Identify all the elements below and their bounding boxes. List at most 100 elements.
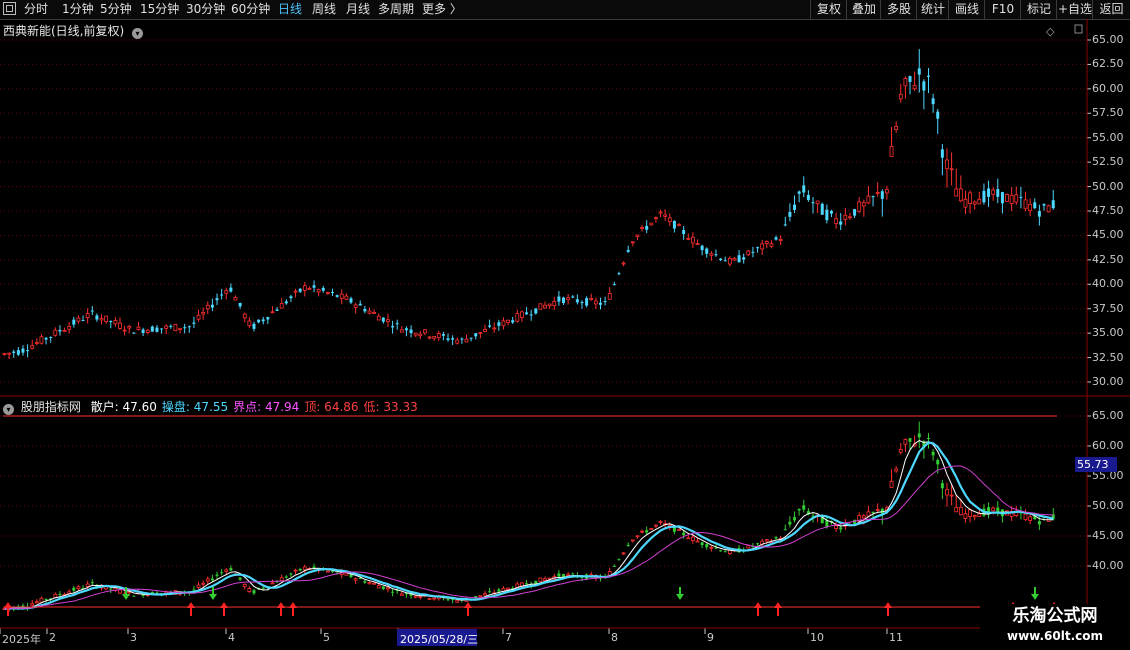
indicator-candle-body (839, 527, 843, 530)
candle-body (511, 320, 515, 323)
candle-body (446, 338, 450, 341)
indicator-candle-body (220, 572, 224, 574)
date-label: 9 (707, 631, 714, 644)
candle-body (132, 332, 136, 334)
candle-body (201, 312, 206, 315)
buy-arrow-icon (187, 602, 195, 616)
candle-body (727, 258, 732, 265)
chevron-down-icon[interactable]: ▾ (3, 404, 14, 415)
indicator-candle-body (861, 515, 866, 519)
candle-body (26, 350, 30, 352)
candle-body (62, 329, 67, 332)
indicator-candle-body (432, 597, 437, 600)
candle-body (506, 319, 510, 323)
candle-body (580, 302, 584, 304)
candle-body (478, 332, 483, 334)
candle-body (302, 285, 307, 291)
indicator-candle-body (626, 544, 630, 547)
indicator-candle-body (358, 577, 362, 579)
candle-body (954, 188, 959, 197)
candle-body (945, 159, 949, 170)
indicator-value-3: 顶: 64.86 (304, 400, 359, 414)
candle-body (155, 327, 159, 332)
candle-body (857, 201, 862, 212)
candle-body (1014, 194, 1019, 203)
indicator-candle-body (630, 539, 635, 542)
indicator-candle-body (949, 494, 954, 497)
candle-body (612, 284, 616, 286)
indicator-candle-body (399, 593, 404, 596)
candle-body (834, 218, 838, 224)
chevron-down-icon[interactable]: ▾ (132, 28, 144, 39)
diamond-icon[interactable]: ◇ (1046, 25, 1055, 38)
indicator-candle-body (788, 521, 792, 525)
indicator-candle-body (764, 539, 769, 542)
indicator-candle-body (76, 586, 81, 590)
price-tick-label: 32.50 (1092, 350, 1124, 364)
price-tick-label: 47.50 (1092, 204, 1124, 217)
indicator-candle-body (682, 532, 686, 536)
indicator-candle-body (783, 529, 787, 531)
indicator-name[interactable]: 股朋指标网 (21, 400, 81, 414)
buy-arrow-icon (464, 602, 472, 616)
candle-body (160, 328, 164, 330)
candle-body (898, 93, 903, 100)
candle-body (649, 222, 654, 226)
candle-body (626, 249, 630, 252)
candle-body (109, 320, 113, 323)
candle-body (635, 234, 640, 237)
candle-body (12, 351, 16, 353)
candle-body (1033, 202, 1037, 209)
scroll-handle[interactable] (1074, 24, 1083, 34)
indicator-candle-body (871, 511, 875, 513)
candle-body (958, 188, 963, 202)
indicator-candle-body (958, 506, 963, 516)
indicator-candle-body (238, 577, 242, 580)
indicator-candle-body (284, 576, 288, 578)
date-label: 5 (323, 631, 330, 644)
candle-body (534, 308, 538, 314)
candle-body (293, 290, 298, 293)
indicator-candle-body (118, 589, 122, 594)
indicator-candle-body (700, 542, 704, 546)
candle-body (104, 315, 109, 322)
candle-body (894, 126, 899, 130)
indicator-candle-body (908, 438, 912, 442)
candle-body (441, 334, 445, 336)
indicator-panel-title: ▾ 股朋指标网 散户: 47.60 操盘: 47.55 界点: 47.94 顶: 64… (3, 398, 418, 415)
indicator-tick-label: 65.00 (1092, 409, 1124, 422)
indicator-candle-body (196, 584, 201, 588)
candle-body (746, 250, 751, 256)
indicator-candle-body (709, 546, 714, 549)
candle-body (409, 329, 413, 334)
indicator-candle-body (1037, 521, 1041, 525)
candle-body (469, 337, 473, 339)
candle-body (797, 191, 801, 194)
price-tick-label: 65.00 (1092, 33, 1124, 46)
price-tick-label: 42.50 (1092, 252, 1124, 266)
candle-body (275, 309, 279, 311)
candle-body (418, 333, 423, 337)
indicator-lines (4, 440, 1054, 610)
kline-chart[interactable]: ◇ (0, 0, 1130, 650)
candle-body (205, 304, 210, 310)
candle-body (778, 238, 783, 242)
candle-body (229, 287, 233, 292)
watermark: 乐淘公式网 www.60lt.com (980, 604, 1130, 648)
candle-body (607, 293, 612, 300)
candle-body (820, 203, 824, 215)
candle-body (908, 76, 912, 82)
indicator-candle-body (635, 535, 640, 538)
candle-body (427, 336, 432, 339)
indicator-candle-body (376, 585, 381, 589)
indicator-candle-body (866, 511, 871, 517)
candle-body (783, 224, 787, 226)
candle-body (173, 323, 178, 332)
indicator-candle-body (917, 433, 921, 438)
price-tick-label: 40.00 (1092, 277, 1124, 291)
candle-body (769, 243, 774, 247)
indicator-candle-body (719, 550, 723, 552)
indicator-value-1: 操盘: 47.55 (161, 400, 229, 414)
indicator-candle-body (109, 588, 113, 590)
indicator-candle-body (1028, 516, 1033, 521)
